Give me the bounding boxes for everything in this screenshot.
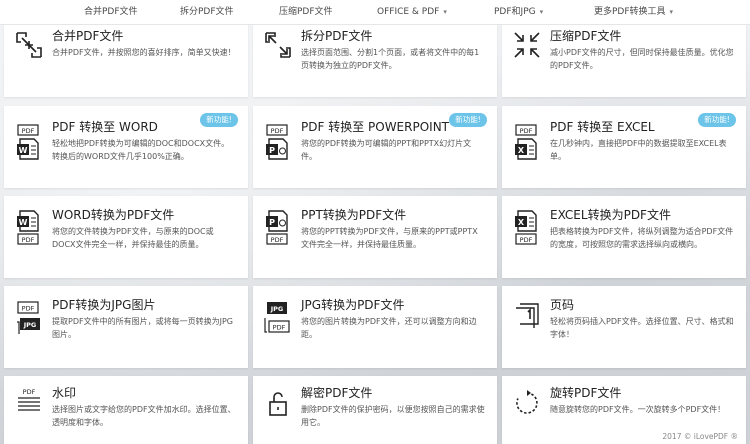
nav-office-pdf-label: OFFICE & PDF — [377, 7, 440, 17]
tool-description: 删除PDF文件的保护密码，以便您按照自己的需求使用它。 — [301, 405, 485, 427]
tool-description: 轻松地把PDF转换为可编辑的DOC和DOCX文件。转换后的WORD文件几乎100… — [52, 139, 230, 161]
tool-title: JPG转换为PDF文件 — [301, 298, 405, 312]
nav-more-tools[interactable]: 更多PDF转换工具 ▾ — [594, 0, 673, 24]
p-letter: P — [269, 146, 275, 155]
word-to-pdf-icon: W PDF — [17, 210, 39, 245]
pdf-to-jpg-icon: PDF JPG — [17, 301, 40, 334]
tool-card-pdf-to-excel[interactable]: 新功能! PDF X PDF 转换至 EXCEL 在几秒钟内，直接把PDF中的数… — [502, 106, 746, 188]
tool-description: 减小PDF文件的尺寸，但同时保持最佳质量。优化您的PDF文件。 — [550, 48, 734, 70]
tool-title: EXCEL转换为PDF文件 — [550, 208, 671, 222]
tool-title: WORD转换为PDF文件 — [52, 208, 175, 222]
tool-card-pdf-to-ppt[interactable]: 新功能! PDF P PDF 转换至 POWERPOINT 将您的PDF转换为可… — [253, 106, 497, 188]
tool-title: 解密PDF文件 — [301, 386, 373, 400]
nav-merge[interactable]: 合并PDF文件 — [84, 0, 138, 24]
nav-split[interactable]: 拆分PDF文件 — [180, 0, 234, 24]
new-feature-badge: 新功能! — [200, 113, 238, 127]
pdf-label: PDF — [23, 388, 36, 396]
tool-card-page-numbers[interactable]: 页码 轻松将页码插入PDF文件。选择位置、尺寸、格式和字体！ — [502, 286, 746, 368]
top-navigation: 合并PDF文件 拆分PDF文件 压缩PDF文件 OFFICE & PDF ▾ PD… — [0, 0, 750, 25]
jpg-label: JPG — [23, 321, 37, 329]
nav-office-pdf[interactable]: OFFICE & PDF ▾ — [377, 0, 447, 24]
new-feature-badge: 新功能! — [698, 113, 736, 127]
tool-title: PDF转换为JPG图片 — [52, 298, 156, 312]
tool-description: 提取PDF文件中的所有图片，或将每一页转换为JPG图片。 — [52, 317, 233, 339]
copyright-text: 2017 © iLovePDF ® — [662, 432, 738, 441]
w-letter: W — [19, 218, 28, 227]
tool-description: 轻松将页码插入PDF文件。选择位置、尺寸、格式和字体！ — [550, 317, 734, 339]
pdf-label: PDF — [271, 236, 284, 244]
tool-title: 合并PDF文件 — [52, 29, 124, 43]
tool-card-compress[interactable]: 压缩PDF文件 减小PDF文件的尺寸，但同时保持最佳质量。优化您的PDF文件。 — [502, 24, 746, 97]
tool-title: PPT转换为PDF文件 — [301, 208, 407, 222]
pdf-label: PDF — [22, 305, 35, 313]
tool-description: 将您的PPT转换为PDF文件，与原来的PPT或PPTX文件完全一样，并保持最佳质… — [301, 227, 478, 249]
tool-card-unlock[interactable]: 解密PDF文件 删除PDF文件的保护密码，以便您按照自己的需求使用它。 — [253, 376, 497, 444]
tool-description: 选择页面范围、分割1个页面，或者将文件中的每1页转换为独立的PDF文件。 — [301, 48, 480, 70]
tool-title: PDF 转换至 EXCEL — [550, 120, 655, 134]
pdf-to-excel-icon: PDF X — [515, 124, 537, 160]
compress-icon — [514, 32, 540, 58]
tool-description: 将您的文件转换为PDF文件，与原来的DOC或DOCX文件完全一样，并保持最佳的质… — [52, 227, 214, 249]
tool-description: 将您的PDF转换为可编辑的PPT和PPTX幻灯片文件。 — [301, 139, 472, 161]
tool-card-watermark[interactable]: PDF 水印 选择图片或文字给您的PDF文件加水印。选择位置、透明度和字体。 — [4, 376, 248, 444]
nav-pdf-jpg[interactable]: PDF和JPG ▾ — [494, 0, 543, 24]
chevron-down-icon: ▾ — [669, 8, 674, 16]
tool-card-pdf-to-jpg[interactable]: PDF JPG PDF转换为JPG图片 提取PDF文件中的所有图片，或将每一页转… — [4, 286, 248, 368]
pdf-label: PDF — [273, 324, 286, 332]
tool-description: 选择图片或文字给您的PDF文件加水印。选择位置、透明度和字体。 — [52, 405, 236, 427]
tool-card-pdf-to-word[interactable]: 新功能! PDF W PDF 转换至 WORD 轻松地把PDF转换为可编辑的DO… — [4, 106, 248, 188]
new-feature-badge: 新功能! — [449, 113, 487, 127]
jpg-label: JPG — [270, 305, 284, 313]
x-letter: X — [518, 146, 525, 155]
tool-title: PDF 转换至 POWERPOINT — [301, 120, 450, 134]
ppt-to-pdf-icon: P PDF — [266, 210, 288, 245]
nav-compress[interactable]: 压缩PDF文件 — [279, 0, 333, 24]
tool-description: 随意旋转您的PDF文件。一次旋转多个PDF文件！ — [550, 405, 726, 414]
chevron-down-icon: ▾ — [539, 8, 544, 16]
pdf-label: PDF — [520, 127, 533, 135]
pdf-label: PDF — [22, 127, 35, 135]
tool-description: 把表格转换为PDF文件，将纵列调整为适合PDF文件的宽度，可按照您的需求选择纵向… — [550, 227, 734, 249]
tool-title: PDF 转换至 WORD — [52, 120, 158, 134]
nav-merge-label: 合并PDF文件 — [84, 7, 138, 17]
tool-title: 压缩PDF文件 — [550, 29, 622, 43]
rotate-icon — [516, 390, 538, 414]
pdf-to-ppt-icon: PDF P — [266, 124, 288, 160]
pdf-label: PDF — [22, 236, 35, 244]
watermark-icon: PDF — [18, 388, 40, 411]
excel-to-pdf-icon: X PDF — [515, 210, 537, 245]
unlock-icon — [269, 392, 287, 416]
tool-description: 在几秒钟内，直接把PDF中的数据提取至EXCEL表单。 — [550, 139, 727, 161]
tool-title: 旋转PDF文件 — [550, 386, 622, 400]
split-icon — [265, 32, 291, 58]
tool-card-excel-to-pdf[interactable]: X PDF EXCEL转换为PDF文件 把表格转换为PDF文件，将纵列调整为适合… — [502, 196, 746, 278]
tool-title: 水印 — [52, 386, 77, 400]
nav-more-tools-label: 更多PDF转换工具 — [594, 7, 666, 17]
w-letter: W — [19, 146, 28, 155]
tool-card-merge[interactable]: 合并PDF文件 合并PDF文件，并按照您的喜好排序，简单又快速！ — [4, 24, 248, 97]
tool-card-jpg-to-pdf[interactable]: JPG PDF JPG转换为PDF文件 将您的图片转换为PDF文件，还可以调整方… — [253, 286, 497, 368]
tool-description: 合并PDF文件，并按照您的喜好排序，简单又快速！ — [52, 48, 236, 57]
x-letter: X — [518, 218, 525, 227]
pdf-to-word-icon: PDF W — [17, 124, 39, 160]
p-letter: P — [269, 218, 275, 227]
tool-card-ppt-to-pdf[interactable]: P PDF PPT转换为PDF文件 将您的PPT转换为PDF文件，与原来的PPT… — [253, 196, 497, 278]
nav-split-label: 拆分PDF文件 — [180, 7, 234, 17]
tool-title: 页码 — [550, 298, 575, 312]
nav-compress-label: 压缩PDF文件 — [279, 7, 333, 17]
tool-card-split[interactable]: 拆分PDF文件 选择页面范围、分割1个页面，或者将文件中的每1页转换为独立的PD… — [253, 24, 497, 97]
page-numbers-icon — [516, 303, 539, 328]
chevron-down-icon: ▾ — [443, 8, 447, 16]
pdf-label: PDF — [520, 236, 533, 244]
tool-description: 将您的图片转换为PDF文件，还可以调整方向和边距。 — [301, 317, 477, 339]
jpg-to-pdf-icon: JPG PDF — [264, 302, 290, 333]
nav-pdf-jpg-label: PDF和JPG — [494, 7, 536, 17]
tool-title: 拆分PDF文件 — [301, 29, 373, 43]
pdf-label: PDF — [271, 127, 284, 135]
merge-icon — [16, 32, 42, 58]
tool-card-word-to-pdf[interactable]: W PDF WORD转换为PDF文件 将您的文件转换为PDF文件，与原来的DOC… — [4, 196, 248, 278]
